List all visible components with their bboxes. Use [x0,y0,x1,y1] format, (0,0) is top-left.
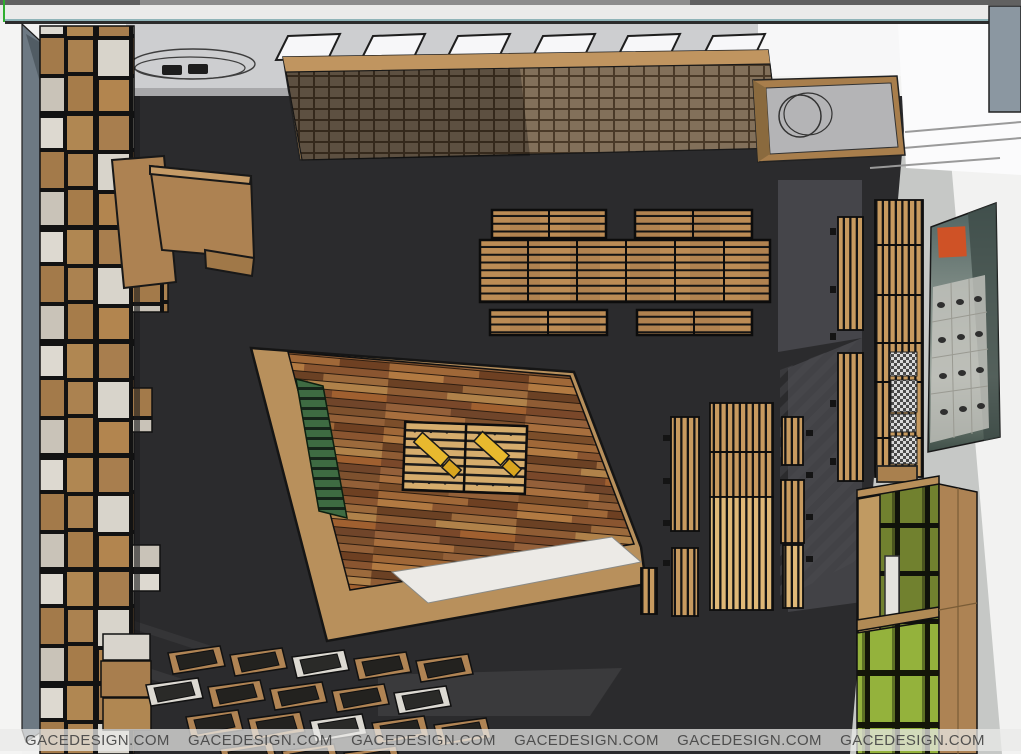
slat-bench [672,548,698,616]
wall-slat-tower [875,200,923,477]
wall-top-edge-line [5,21,1018,24]
slat-table-center [710,403,773,497]
poster-orange-square [937,226,967,257]
corner-box [989,6,1021,112]
ceiling-vent-icon [188,64,208,74]
ceiling-vent-icon [162,65,182,75]
storage-box [103,634,150,660]
watermark-text: GACEDESIGN.COM [25,732,170,749]
fixture-base [877,466,917,482]
watermark-text: GACEDESIGN.COM [840,732,985,749]
slat-table-center [710,497,773,610]
watermark-text: GACEDESIGN.COM [514,732,659,749]
watermark-text: GACEDESIGN.COM [188,732,333,749]
wall-slat-panel [838,217,863,330]
left-outer-strip [0,24,22,754]
slatted-wall-panel [283,50,780,160]
shelf-items-checker [890,352,917,464]
watermark-band: GACEDESIGN.COM GACEDESIGN.COM GACEDESIGN… [0,729,1021,751]
axis-line-green [3,0,5,22]
panel-shadow-half [286,69,530,160]
render-canvas: GACEDESIGN.COM GACEDESIGN.COM GACEDESIGN… [0,0,1021,754]
slat-bench [783,545,803,608]
top-bar-light-segment [140,0,690,5]
green-shelving [857,476,977,754]
slat-bench [782,417,803,465]
wall-slat-panel [838,353,863,481]
shelf-white-cell [885,556,899,618]
scene-svg [0,0,1021,754]
watermark-text: GACEDESIGN.COM [351,732,496,749]
slat-bench [641,568,657,614]
top-frame [0,0,1021,24]
platform-slat-table [403,422,527,494]
watermark-text: GACEDESIGN.COM [677,732,822,749]
wall-top-teal-line [5,19,1018,21]
slat-bench [781,480,804,543]
storage-box [103,698,151,730]
poster-board [928,203,1000,452]
slat-bench [671,417,699,531]
top-light-band [0,5,1021,19]
storage-box [101,661,151,697]
